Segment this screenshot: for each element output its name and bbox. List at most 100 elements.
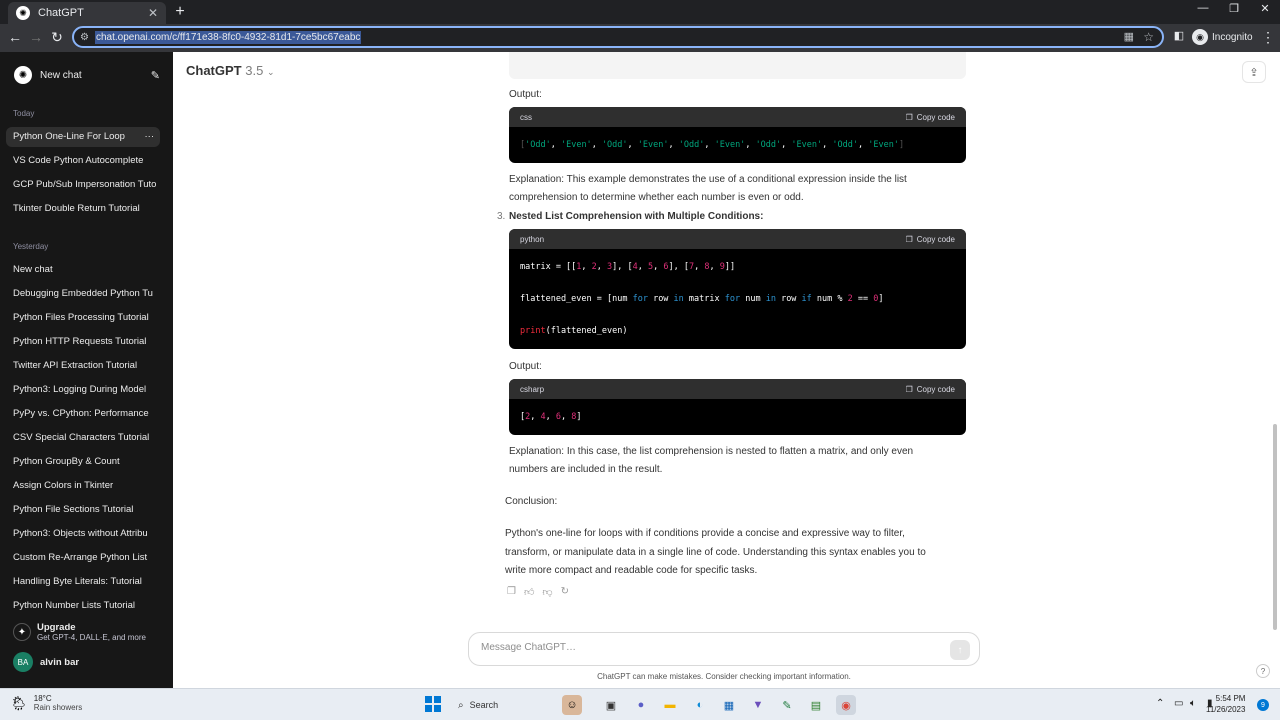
- sidebar-item[interactable]: PyPy vs. CPython: Performance: [6, 404, 160, 424]
- code-content[interactable]: ['Odd', 'Even', 'Odd', 'Even', 'Odd', 'E…: [509, 127, 966, 163]
- sidebar-item[interactable]: Python File Sections Tutorial: [6, 500, 160, 520]
- task-view-icon[interactable]: ▣: [601, 695, 621, 715]
- code-language: css: [520, 112, 532, 122]
- close-tab-icon[interactable]: ✕: [148, 6, 158, 20]
- reload-icon[interactable]: ↻: [48, 29, 66, 46]
- sidebar-item[interactable]: Twitter API Extraction Tutorial: [6, 356, 160, 376]
- chatgpt-favicon-icon: ✺: [16, 6, 30, 20]
- back-icon[interactable]: ←: [6, 29, 24, 45]
- chrome-icon[interactable]: ◉: [836, 695, 856, 715]
- tray-chevron-icon[interactable]: ⌃: [1156, 698, 1164, 709]
- sidebar-item[interactable]: Python HTTP Requests Tutorial: [6, 332, 160, 352]
- sidebar-item[interactable]: Python GroupBy & Count: [6, 452, 160, 472]
- code-content[interactable]: matrix = [[1, 2, 3], [4, 5, 6], [7, 8, 9…: [509, 249, 966, 349]
- search-label: Search: [469, 700, 499, 710]
- message-composer[interactable]: Message ChatGPT… ↑: [468, 632, 980, 666]
- address-bar[interactable]: ⚙ chat.openai.com/c/ff171e38-8fc0-4932-8…: [72, 26, 1164, 48]
- restore-icon[interactable]: ❐: [1219, 2, 1249, 15]
- explanation-2-line-1: Explanation: In this case, the list comp…: [509, 446, 914, 457]
- explanation-1-line-1: Explanation: This example demonstrates t…: [509, 174, 907, 185]
- incognito-indicator[interactable]: ◉ Incognito: [1192, 29, 1253, 45]
- minimize-icon[interactable]: —: [1188, 2, 1218, 14]
- sidebar-item[interactable]: Tkinter Double Return Tutorial: [6, 199, 160, 219]
- new-chat-button[interactable]: ✺ New chat ✎: [6, 64, 160, 86]
- app-icon[interactable]: ▤: [806, 695, 826, 715]
- temperature: 18°C: [33, 694, 52, 703]
- code-language: python: [520, 234, 545, 244]
- chat-main: ChatGPT 3.5 ⌄ ⇪ Output: css ❐ Copy code […: [173, 52, 1280, 688]
- help-icon[interactable]: ?: [1256, 664, 1270, 678]
- rain-cloud-icon: 🌦︎: [10, 694, 28, 711]
- scrollbar[interactable]: [1273, 424, 1277, 630]
- qr-code-icon[interactable]: ▦: [1124, 30, 1134, 43]
- section-today: Today: [13, 109, 35, 118]
- incognito-icon: ◉: [1192, 29, 1208, 45]
- user-menu[interactable]: BA alvin bar: [13, 652, 79, 672]
- window-close-icon[interactable]: ✕: [1250, 2, 1280, 15]
- sidebar-item[interactable]: New chat: [6, 260, 160, 280]
- copy-label: Copy code: [916, 384, 955, 394]
- url-text[interactable]: chat.openai.com/c/ff171e38-8fc0-4932-81d…: [94, 30, 362, 44]
- share-button[interactable]: ⇪: [1242, 61, 1266, 83]
- sidebar-item[interactable]: Python3: Logging During Model: [6, 380, 160, 400]
- code-block-partial: [509, 52, 966, 79]
- sidebar-item[interactable]: Python Number Lists Tutorial: [6, 596, 160, 616]
- compose-icon[interactable]: ✎: [151, 69, 160, 82]
- copy-code-button[interactable]: ❐ Copy code: [906, 385, 955, 394]
- sidebar-item[interactable]: Custom Re-Arrange Python List: [6, 548, 160, 568]
- sidebar-item[interactable]: Assign Colors in Tkinter: [6, 476, 160, 496]
- copy-icon[interactable]: ❐: [507, 586, 516, 598]
- code-header: css ❐ Copy code: [509, 107, 966, 127]
- volume-icon[interactable]: 🔈︎: [1190, 698, 1196, 709]
- code-content[interactable]: [2, 4, 6, 8]: [509, 399, 966, 435]
- site-info-icon[interactable]: ⚙: [80, 32, 89, 43]
- browser-tab[interactable]: ✺ ChatGPT ✕: [8, 2, 166, 24]
- teams-chat-icon[interactable]: ●: [631, 695, 651, 715]
- output-label: Output:: [509, 361, 542, 372]
- vpn-icon[interactable]: ▼: [748, 695, 768, 715]
- bookmark-star-icon[interactable]: ☆: [1143, 30, 1154, 44]
- weather-widget[interactable]: 🌦︎ 18°C Rain showers: [10, 694, 82, 712]
- upgrade-button[interactable]: ✦ Upgrade Get GPT-4, DALL·E, and more: [13, 622, 146, 642]
- sidebar-item[interactable]: GCP Pub/Sub Impersonation Tuto: [6, 175, 160, 195]
- copilot-icon[interactable]: ☺: [562, 695, 582, 715]
- message-input[interactable]: Message ChatGPT…: [481, 642, 576, 653]
- forward-icon[interactable]: →: [27, 29, 45, 45]
- clipboard-icon: ❐: [905, 112, 913, 122]
- code-header: python ❐ Copy code: [509, 229, 966, 249]
- notepad-icon[interactable]: ✎: [777, 695, 797, 715]
- thumbs-down-icon[interactable]: 👎︎: [542, 586, 552, 598]
- sidebar-item-label: Python One-Line For Loop: [13, 131, 125, 142]
- file-explorer-icon[interactable]: ▬: [660, 695, 680, 715]
- new-tab-icon[interactable]: +: [172, 3, 188, 21]
- sidebar-item[interactable]: Python Files Processing Tutorial: [6, 308, 160, 328]
- clock-time: 5:54 PM: [1215, 694, 1246, 703]
- sidebar-item[interactable]: CSV Special Characters Tutorial: [6, 428, 160, 448]
- browser-menu-icon[interactable]: ⋮: [1259, 29, 1277, 46]
- edge-icon[interactable]: ◐: [690, 695, 710, 715]
- model-selector[interactable]: ChatGPT 3.5 ⌄: [186, 63, 275, 78]
- store-icon[interactable]: ▦: [719, 695, 739, 715]
- explanation-1-line-2: comprehension to determine whether each …: [509, 192, 804, 203]
- tab-title: ChatGPT: [38, 7, 84, 19]
- system-clock[interactable]: 5:54 PM 11/26/2023: [1206, 693, 1245, 715]
- thumbs-up-icon[interactable]: 👍︎: [524, 586, 534, 598]
- side-panel-icon[interactable]: ◧: [1170, 29, 1188, 42]
- notification-badge[interactable]: 9: [1257, 699, 1269, 711]
- sidebar-item[interactable]: Python3: Objects without Attribu: [6, 524, 160, 544]
- network-icon[interactable]: ▭: [1174, 698, 1183, 709]
- sidebar-item[interactable]: VS Code Python Autocomplete: [6, 151, 160, 171]
- sidebar-item-python-one-line[interactable]: Python One-Line For Loop ···: [6, 127, 160, 147]
- explanation-2-line-2: numbers are included in the result.: [509, 464, 663, 475]
- more-options-icon[interactable]: ···: [145, 127, 155, 147]
- windows-start-icon[interactable]: [425, 696, 441, 712]
- regenerate-icon[interactable]: ↻: [561, 586, 569, 598]
- taskbar: 🌦︎ 18°C Rain showers ⌕ Search ☺ ▣ ● ▬ ◐ …: [0, 688, 1280, 720]
- copy-code-button[interactable]: ❐ Copy code: [906, 113, 955, 122]
- send-button[interactable]: ↑: [950, 640, 970, 660]
- item-heading: Nested List Comprehension with Multiple …: [509, 211, 764, 222]
- sidebar-item[interactable]: Debugging Embedded Python Tu: [6, 284, 160, 304]
- sidebar-item[interactable]: Handling Byte Literals: Tutorial: [6, 572, 160, 592]
- copy-code-button[interactable]: ❐ Copy code: [906, 235, 955, 244]
- taskbar-search[interactable]: ⌕ Search: [452, 695, 556, 715]
